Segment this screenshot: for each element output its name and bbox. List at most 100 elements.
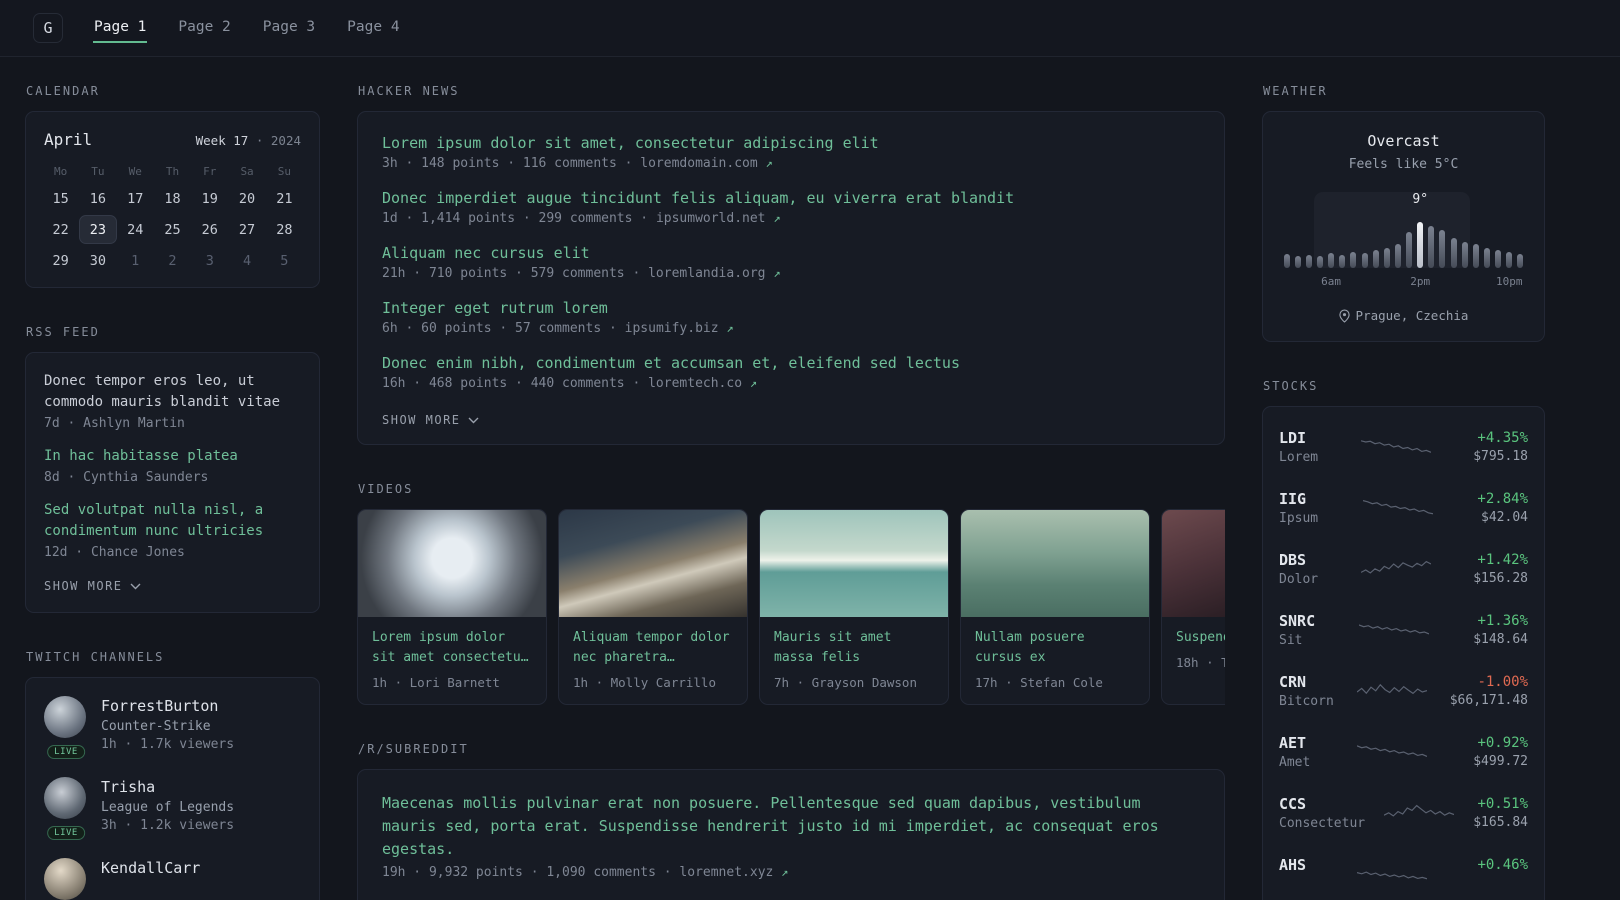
- stock-change: +4.35%: [1477, 430, 1528, 446]
- video-title-link[interactable]: Aliquam tempor dolor nec pharetra…: [573, 628, 733, 668]
- stock-symbol: CRN: [1279, 673, 1307, 691]
- tab-page-3[interactable]: Page 3: [262, 13, 316, 43]
- video-meta: 17h · Stefan Cole: [975, 675, 1103, 690]
- calendar-week: Week 17: [195, 133, 249, 148]
- subreddit-post-meta: 19h · 9,932 points · 1,090 comments · lo…: [382, 865, 1200, 880]
- hn-item-title-link[interactable]: Donec imperdiet augue tincidunt felis al…: [382, 189, 1200, 207]
- hn-item-domain-link[interactable]: ipsumworld.net ↗: [656, 211, 781, 226]
- tab-page-4[interactable]: Page 4: [346, 13, 400, 43]
- hn-item: Aliquam nec cursus elit 21h · 710 points…: [382, 244, 1200, 281]
- hn-item-domain-link[interactable]: loremtech.co ↗: [648, 376, 757, 391]
- stock-symbol: AET: [1279, 734, 1307, 752]
- rss-card: Donec tempor eros leo, ut commodo mauris…: [25, 352, 320, 613]
- channel-name[interactable]: KendallCarr: [101, 859, 200, 877]
- tab-page-2[interactable]: Page 2: [177, 13, 231, 43]
- rss-item-title-link[interactable]: In hac habitasse platea: [44, 446, 301, 467]
- top-nav: G Page 1 Page 2 Page 3 Page 4: [0, 0, 1620, 57]
- section-title-videos: VIDEOS: [358, 482, 414, 496]
- weather-bar: [1506, 252, 1513, 268]
- channel-meta: 3h · 1.2k viewers: [101, 818, 235, 833]
- tab-page-1[interactable]: Page 1: [93, 13, 148, 43]
- rss-item-title-link[interactable]: Sed volutpat nulla nisl, a condimentum n…: [44, 500, 301, 542]
- video-title-link[interactable]: Lorem ipsum dolor sit amet consectetu…: [372, 628, 532, 668]
- hn-item-title-link[interactable]: Lorem ipsum dolor sit amet, consectetur …: [382, 134, 1200, 152]
- stock-sparkline: [1362, 495, 1433, 523]
- hn-item-stats: 1d · 1,414 points · 299 comments ·: [382, 211, 649, 226]
- section-title-twitch: TWITCH CHANNELS: [26, 650, 165, 664]
- video-title-link[interactable]: Mauris sit amet massa felis: [774, 628, 934, 668]
- hn-item-meta: 16h · 468 points · 440 comments · loremt…: [382, 376, 1200, 391]
- video-card[interactable]: Mauris sit amet massa felis 7h · Grayson…: [759, 509, 949, 705]
- stock-change: +0.92%: [1477, 735, 1529, 751]
- weather-bar: [1484, 248, 1491, 268]
- subreddit-post-domain: loremnet.xyz: [679, 865, 774, 880]
- section-title-calendar: CALENDAR: [26, 84, 100, 98]
- hn-item-title-link[interactable]: Donec enim nibh, condimentum et accumsan…: [382, 354, 1200, 372]
- hn-item-domain: loremlandia.org: [648, 266, 766, 281]
- twitch-card: LIVE ForrestBurton Counter-Strike 1h · 1…: [25, 677, 320, 900]
- hn-item-domain-link[interactable]: ipsumify.biz ↗: [625, 321, 734, 336]
- calendar-year: · 2024: [255, 133, 301, 148]
- hn-item-title-link[interactable]: Integer eget rutrum lorem: [382, 299, 1200, 317]
- calendar-day: 30: [89, 252, 107, 269]
- avatar[interactable]: [44, 696, 86, 738]
- hn-item-domain-link[interactable]: loremlandia.org ↗: [648, 266, 780, 281]
- channel-name[interactable]: ForrestBurton: [101, 697, 234, 715]
- stock-price: $66,171.48: [1449, 693, 1529, 708]
- page-content: CALENDAR April Week 17 · 2024 Mo Tu We T…: [0, 57, 1620, 900]
- channel-name[interactable]: Trisha: [101, 778, 234, 796]
- dow-label: Su: [277, 165, 291, 178]
- video-thumbnail[interactable]: [559, 510, 747, 617]
- weather-location-text: Prague, Czechia: [1355, 308, 1469, 323]
- app-logo[interactable]: G: [33, 13, 63, 43]
- hn-item-meta: 6h · 60 points · 57 comments · ipsumify.…: [382, 321, 1200, 336]
- video-card[interactable]: Aliquam tempor dolor nec pharetra… 1h · …: [558, 509, 748, 705]
- video-thumbnail[interactable]: [358, 510, 546, 617]
- calendar-day: 5: [280, 252, 289, 269]
- rss-show-more-button[interactable]: SHOW MORE: [44, 579, 141, 593]
- stock-name: Consectetur: [1279, 816, 1366, 831]
- hn-item-domain: ipsumify.biz: [624, 321, 719, 336]
- stock-sparkline: [1360, 556, 1431, 584]
- section-title-hackernews: HACKER NEWS: [358, 84, 460, 98]
- video-thumbnail[interactable]: [760, 510, 948, 617]
- calendar-day: 17: [127, 190, 144, 207]
- subreddit-post-title-link[interactable]: Maecenas mollis pulvinar erat non posuer…: [382, 792, 1200, 861]
- video-card[interactable]: Lorem ipsum dolor sit amet consectetu… 1…: [357, 509, 547, 705]
- weather-condition: Overcast: [1367, 132, 1440, 150]
- calendar-day: 29: [52, 252, 69, 269]
- twitch-channel[interactable]: LIVE ForrestBurton Counter-Strike 1h · 1…: [44, 696, 301, 759]
- calendar-day: 27: [238, 221, 256, 238]
- twitch-channel[interactable]: KendallCarr: [44, 858, 301, 900]
- rss-item: Sed volutpat nulla nisl, a condimentum n…: [44, 500, 301, 560]
- stock-sparkline: [1356, 678, 1427, 706]
- avatar[interactable]: [44, 858, 86, 900]
- weather-widget: WEATHER Overcast Feels like 5°C 9° 6am 2p…: [1262, 84, 1545, 342]
- stock-sparkline: [1356, 861, 1427, 889]
- subreddit-post-domain-link[interactable]: loremnet.xyz ↗: [679, 865, 788, 880]
- twitch-channel[interactable]: LIVE Trisha League of Legends 3h · 1.2k …: [44, 777, 301, 840]
- video-card[interactable]: Nullam posuere cursus ex 17h · Stefan Co…: [960, 509, 1150, 705]
- stock-row: AHS +0.46%: [1279, 844, 1528, 900]
- calendar-widget: CALENDAR April Week 17 · 2024 Mo Tu We T…: [25, 84, 320, 288]
- hn-item-title-link[interactable]: Aliquam nec cursus elit: [382, 244, 1200, 262]
- hn-show-more-button[interactable]: SHOW MORE: [382, 413, 479, 427]
- calendar-day-current: 23: [79, 215, 117, 244]
- channel-info: ForrestBurton Counter-Strike 1h · 1.7k v…: [101, 696, 234, 752]
- avatar[interactable]: [44, 777, 86, 819]
- stock-name: Amet: [1279, 755, 1311, 770]
- video-card[interactable]: Suspendisse diam 18h · Tara: [1161, 509, 1225, 705]
- video-title-link[interactable]: Suspendisse diam: [1176, 628, 1225, 648]
- weather-bar: [1495, 250, 1502, 268]
- rss-item-title-link[interactable]: Donec tempor eros leo, ut commodo mauris…: [44, 371, 301, 413]
- calendar-day: 19: [201, 190, 218, 207]
- stock-price: $165.84: [1473, 815, 1529, 830]
- hn-item-domain-link[interactable]: loremdomain.com ↗: [640, 156, 772, 171]
- weather-bar: [1316, 256, 1323, 268]
- stock-symbol: SNRC: [1279, 612, 1316, 630]
- video-title-link[interactable]: Nullam posuere cursus ex: [975, 628, 1135, 668]
- video-thumbnail[interactable]: [961, 510, 1149, 617]
- video-thumbnail[interactable]: [1162, 510, 1225, 617]
- rss-item: Donec tempor eros leo, ut commodo mauris…: [44, 371, 301, 431]
- stock-change: +0.51%: [1477, 796, 1529, 812]
